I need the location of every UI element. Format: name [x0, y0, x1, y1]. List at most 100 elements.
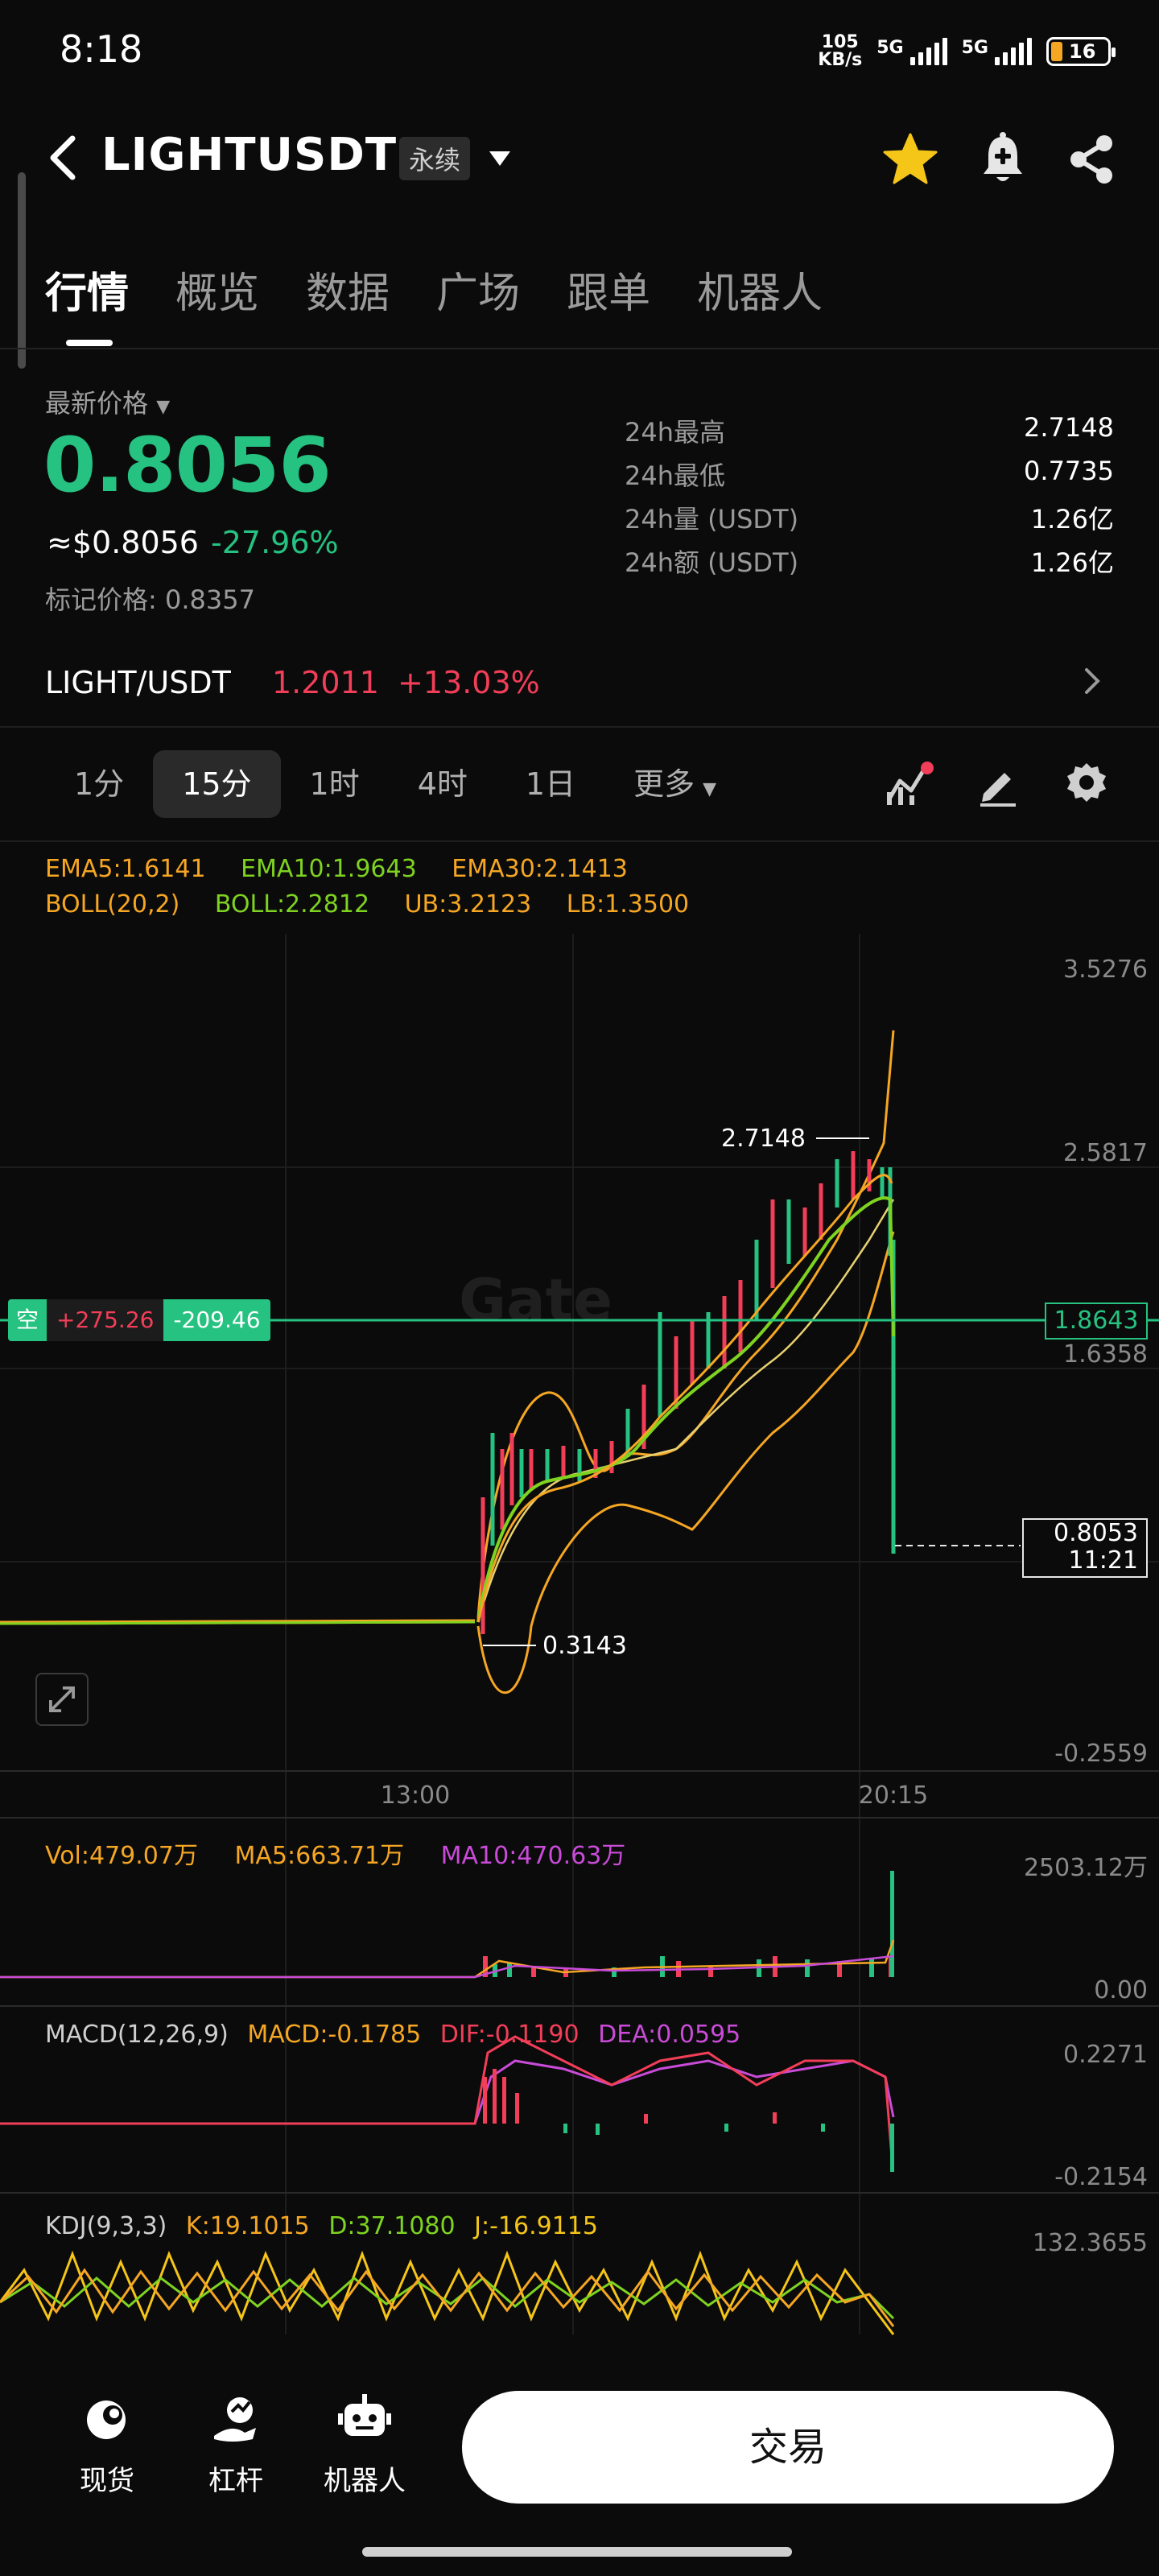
interval-4h[interactable]: 4时	[389, 750, 497, 818]
stat-value-turnover: 1.26亿	[1030, 547, 1114, 578]
position-tag[interactable]: 空 +275.26 -209.46	[8, 1299, 270, 1341]
vol-ma5-label: MA5:663.71万	[234, 1842, 405, 1870]
kline-chart[interactable]: Gate 2.7148 0.3143 3.5276 2.5817 1.6358 …	[0, 934, 1159, 2383]
pair-title[interactable]: LIGHTUSDT	[101, 129, 397, 181]
tab-copytrade[interactable]: 跟单	[567, 259, 650, 320]
interval-15m[interactable]: 15分	[153, 750, 281, 818]
net-speed-unit: KB/s	[818, 50, 863, 70]
y-axis-label: 2.5817	[1063, 1139, 1148, 1167]
watermark-logo: Gate	[459, 1266, 612, 1334]
stat-label-low: 24h最低	[625, 460, 726, 491]
spot-change: +13.03%	[398, 665, 540, 700]
divider	[0, 840, 1159, 842]
position-qty: -209.46	[163, 1299, 270, 1341]
last-price-selector[interactable]: 最新价格 ▼	[45, 383, 170, 420]
fullscreen-icon[interactable]	[35, 1673, 89, 1726]
y-axis-label: 1.6358	[1063, 1340, 1148, 1368]
volume-legend: Vol:479.07万 MA5:663.71万 MA10:470.63万	[45, 1835, 625, 1871]
nav-spot[interactable]: 现货	[55, 2391, 159, 2498]
divider	[0, 726, 1159, 728]
tab-overview[interactable]: 概览	[175, 259, 259, 320]
tab-data[interactable]: 数据	[306, 259, 390, 320]
spot-icon	[87, 2401, 126, 2439]
indicator-icon[interactable]	[884, 760, 935, 808]
last-price: 0.8056	[43, 422, 332, 510]
ema30-label: EMA30:2.1413	[452, 855, 628, 883]
kdj-y-top: 132.3655	[1033, 2229, 1148, 2257]
vol-y-top: 2503.12万	[1024, 1854, 1148, 1882]
macd-params: MACD(12,26,9)	[45, 2021, 229, 2049]
kdj-legend: KDJ(9,3,3) K:19.1015 D:37.1080 J:-16.911…	[45, 2212, 598, 2240]
ema-lines	[476, 1174, 895, 1623]
boll-ub-label: UB:3.2123	[404, 890, 532, 919]
dropdown-caret-icon[interactable]	[488, 150, 512, 167]
status-time: 8:18	[60, 27, 143, 71]
high-marker: 2.7148	[721, 1125, 806, 1153]
interval-1h[interactable]: 1时	[281, 750, 389, 818]
tab-bar: 行情 概览 数据 广场 跟单 机器人	[45, 259, 823, 320]
interval-more-label: 更多	[633, 766, 695, 802]
spot-price: 1.2011	[272, 665, 379, 700]
x-axis-label: 13:00	[381, 1781, 450, 1810]
divider	[0, 348, 1159, 349]
back-icon[interactable]	[45, 134, 80, 182]
macd-dea: DEA:0.0595	[598, 2021, 741, 2049]
chevron-right-icon[interactable]	[1082, 665, 1103, 697]
scroll-indicator	[18, 172, 26, 369]
macd-y-bottom: -0.2154	[1054, 2163, 1148, 2191]
bell-icon[interactable]	[979, 132, 1027, 185]
macd-value: MACD:-0.1785	[247, 2021, 422, 2049]
stat-label-high: 24h最高	[625, 417, 726, 448]
macd-dea-line	[0, 2059, 895, 2125]
stat-value-volume: 1.26亿	[1030, 504, 1114, 535]
y-axis-label: 3.5276	[1063, 956, 1148, 984]
tab-market[interactable]: 行情	[45, 259, 129, 320]
y-axis-label: -0.2559	[1054, 1740, 1148, 1768]
star-icon[interactable]	[882, 132, 938, 185]
vol-label: Vol:479.07万	[45, 1842, 198, 1870]
kdj-d: D:37.1080	[328, 2212, 456, 2240]
tab-square[interactable]: 广场	[436, 259, 520, 320]
current-price-tag: 0.8053 11:21	[1022, 1518, 1148, 1578]
interval-1d[interactable]: 1日	[497, 750, 604, 818]
share-icon[interactable]	[1067, 134, 1116, 185]
signal-label: 5G	[876, 38, 904, 58]
vol-y-bottom: 0.00	[1094, 1976, 1148, 2004]
main-legend-row-1: EMA5:1.6141 EMA10:1.9643 EMA30:2.1413	[45, 855, 628, 883]
macd-legend: MACD(12,26,9) MACD:-0.1785 DIF:-0.1190 D…	[45, 2021, 740, 2049]
perpetual-badge: 永续	[399, 137, 471, 180]
trade-button[interactable]: 交易	[462, 2391, 1114, 2504]
price-change: -27.96%	[211, 525, 339, 560]
macd-dif-line	[0, 2035, 893, 2158]
draw-pen-icon[interactable]	[975, 762, 1021, 807]
battery-level: 16	[1069, 40, 1096, 63]
boll-lb-label: LB:1.3500	[566, 890, 690, 919]
interval-more[interactable]: 更多 ▼	[604, 750, 745, 818]
interval-bar: 1分 15分 1时 4时 1日 更多 ▼	[45, 750, 745, 818]
macd-y-top: 0.2271	[1063, 2041, 1148, 2069]
volume-bars	[483, 1871, 894, 1977]
boll-params: BOLL(20,2)	[45, 890, 180, 919]
caret-down-icon: ▼	[156, 397, 171, 417]
interval-1m[interactable]: 1分	[45, 750, 153, 818]
nav-spot-label: 现货	[80, 2465, 134, 2497]
usd-price: ≈$0.8056	[47, 525, 199, 560]
ema10-label: EMA10:1.9643	[241, 855, 417, 883]
margin-icon	[214, 2397, 256, 2442]
nav-bot-label: 机器人	[324, 2465, 406, 2497]
stat-label-turnover: 24h额 (USDT)	[625, 547, 799, 578]
gear-icon[interactable]	[1062, 760, 1111, 808]
signal-icon: 5G	[876, 38, 947, 65]
tab-bot[interactable]: 机器人	[697, 259, 823, 320]
x-axis-label: 20:15	[859, 1781, 928, 1810]
battery-icon: 16	[1046, 37, 1116, 66]
nav-bot[interactable]: 机器人	[312, 2391, 417, 2498]
robot-icon	[338, 2394, 391, 2436]
vol-ma10-label: MA10:470.63万	[440, 1842, 626, 1870]
stat-label-volume: 24h量 (USDT)	[625, 504, 799, 535]
nav-margin[interactable]: 杠杆	[184, 2391, 288, 2498]
kdj-d-line	[0, 2277, 895, 2320]
home-indicator[interactable]	[362, 2547, 792, 2557]
kdj-k: K:19.1015	[185, 2212, 310, 2240]
boll-mid-label: BOLL:2.2812	[214, 890, 370, 919]
